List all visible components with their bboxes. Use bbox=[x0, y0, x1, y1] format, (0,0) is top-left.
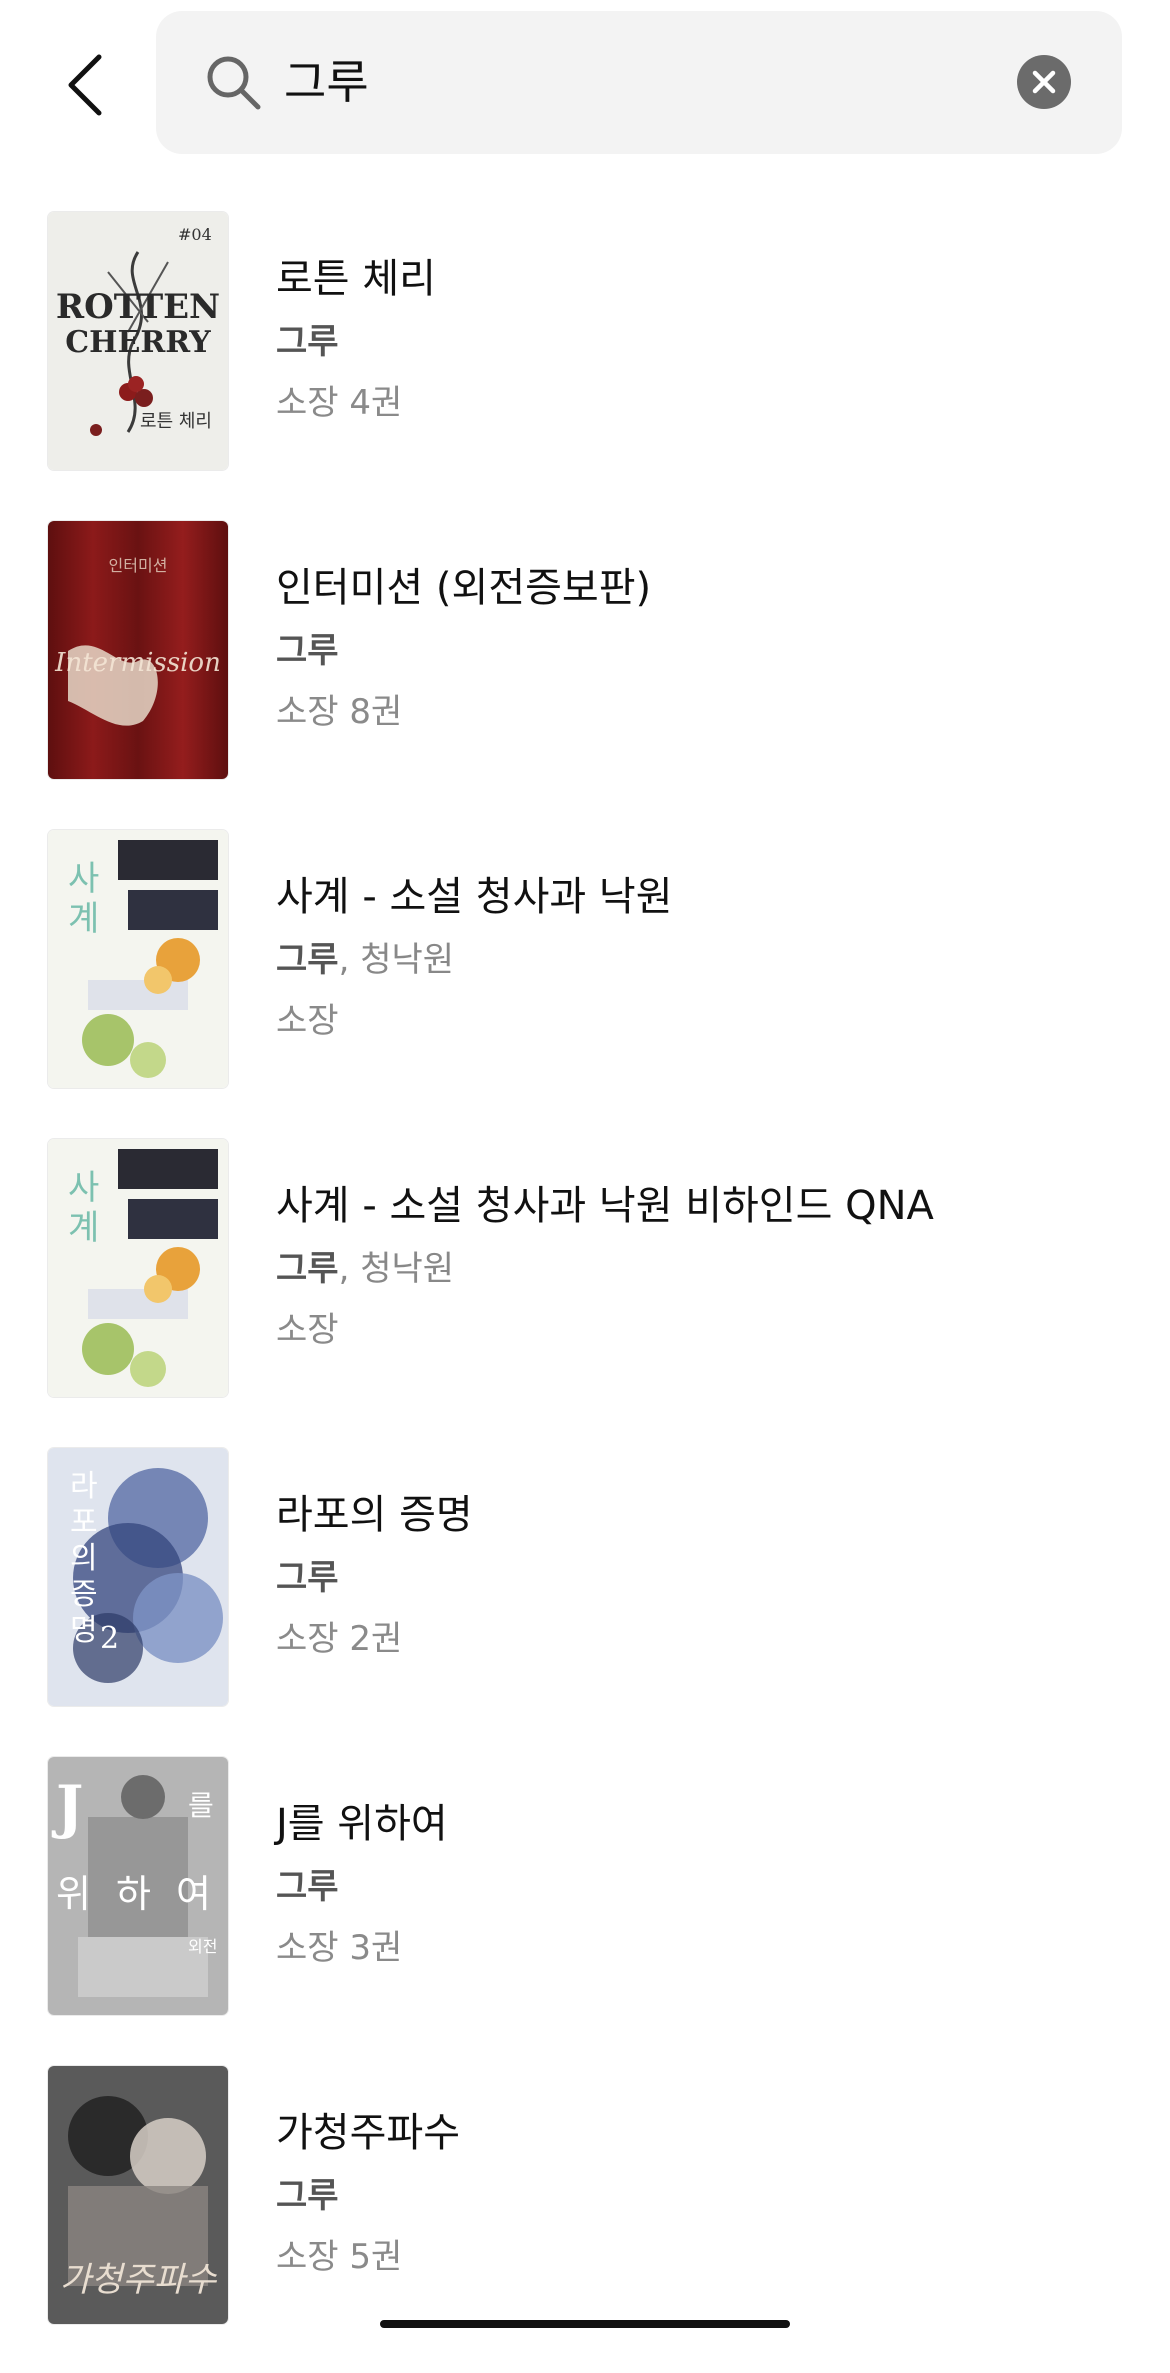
book-cover[interactable]: 가청주파수 bbox=[48, 2066, 228, 2324]
svg-text:여: 여 bbox=[176, 1872, 211, 1916]
result-item[interactable]: ROTTEN CHERRY #04 로튼 체리 로튼 체리 그루 소장 4권 bbox=[0, 210, 1170, 519]
search-results-list: ROTTEN CHERRY #04 로튼 체리 로튼 체리 그루 소장 4권 인… bbox=[0, 210, 1170, 2373]
book-title: 가청주파수 bbox=[276, 2110, 460, 2156]
owned-count: 소장 bbox=[276, 1001, 339, 1041]
cover-title-text: J bbox=[51, 1773, 83, 1841]
clear-search-icon[interactable] bbox=[1016, 54, 1072, 110]
svg-text:의: 의 bbox=[70, 1541, 98, 1576]
cover-title-text: 사 bbox=[68, 1168, 99, 1208]
book-cover-image: 사 계 bbox=[48, 830, 228, 1088]
book-title: 사계 - 소설 청사과 낙원 비하인드 QNA bbox=[276, 1183, 934, 1229]
book-title: 사계 - 소설 청사과 낙원 bbox=[276, 874, 673, 920]
search-icon bbox=[207, 56, 261, 110]
book-author: 그루, 청낙원 bbox=[276, 932, 454, 981]
svg-text:CHERRY: CHERRY bbox=[65, 325, 211, 360]
book-title: 로튼 체리 bbox=[276, 256, 436, 302]
book-cover[interactable]: 라 포 의 증 명 2 bbox=[48, 1448, 228, 1706]
book-author: 그루 bbox=[276, 1550, 339, 1599]
result-item[interactable]: 사 계 사계 - 소설 청사과 낙원 그루, 청낙원 소장 bbox=[0, 828, 1170, 1137]
cover-title-text: ROTTEN bbox=[56, 287, 220, 327]
svg-text:를: 를 bbox=[188, 1789, 214, 1822]
book-cover[interactable]: ROTTEN CHERRY #04 로튼 체리 bbox=[48, 212, 228, 470]
svg-text:위: 위 bbox=[56, 1872, 91, 1916]
cover-title-text: 라 bbox=[70, 1469, 98, 1504]
owned-count: 소장 2권 bbox=[276, 1619, 403, 1659]
book-cover-image: J 를 위 하 여 외전 bbox=[48, 1757, 228, 2015]
book-title: 라포의 증명 bbox=[276, 1492, 473, 1538]
result-item[interactable]: 인터미션 Intermission 인터미션 (외전증보판) 그루 소장 8권 bbox=[0, 519, 1170, 828]
book-cover[interactable]: J 를 위 하 여 외전 bbox=[48, 1757, 228, 2015]
chevron-left-icon bbox=[68, 54, 102, 116]
book-cover[interactable]: 인터미션 Intermission bbox=[48, 521, 228, 779]
co-author-name: 청낙원 bbox=[360, 1249, 455, 1289]
cover-title-text: 사 bbox=[68, 859, 99, 899]
book-title: 인터미션 (외전증보판) bbox=[276, 565, 652, 611]
book-cover[interactable]: 사 계 bbox=[48, 830, 228, 1088]
svg-text:하: 하 bbox=[116, 1872, 151, 1916]
author-name: 그루 bbox=[276, 940, 339, 980]
svg-text:증: 증 bbox=[70, 1577, 98, 1612]
back-button[interactable] bbox=[50, 40, 120, 130]
cover-title-text: 가청주파수 bbox=[60, 2260, 218, 2300]
book-cover-image: 라 포 의 증 명 2 bbox=[48, 1448, 228, 1706]
search-box[interactable]: 그루 bbox=[156, 11, 1122, 154]
book-author: 그루 bbox=[276, 2168, 339, 2217]
result-item[interactable]: 사 계 사계 - 소설 청사과 낙원 비하인드 QNA 그루, 청낙원 소장 bbox=[0, 1137, 1170, 1446]
book-author: 그루 bbox=[276, 1859, 339, 1908]
svg-text:포: 포 bbox=[70, 1505, 98, 1540]
svg-text:외전: 외전 bbox=[188, 1937, 217, 1956]
co-author-separator: , bbox=[338, 940, 361, 980]
owned-count: 소장 5권 bbox=[276, 2237, 403, 2277]
home-indicator bbox=[380, 2320, 790, 2328]
book-author: 그루 bbox=[276, 314, 339, 363]
svg-text:2: 2 bbox=[100, 1621, 119, 1656]
svg-text:로튼 체리: 로튼 체리 bbox=[140, 411, 212, 432]
co-author-name: 청낙원 bbox=[360, 940, 455, 980]
svg-text:Intermission: Intermission bbox=[54, 648, 221, 678]
author-name: 그루 bbox=[276, 1249, 339, 1289]
book-author: 그루 bbox=[276, 623, 339, 672]
book-author: 그루, 청낙원 bbox=[276, 1241, 454, 1290]
book-cover-image: 가청주파수 bbox=[48, 2066, 228, 2324]
book-cover-image: 인터미션 Intermission bbox=[48, 521, 228, 779]
owned-count: 소장 4권 bbox=[276, 383, 403, 423]
owned-count: 소장 bbox=[276, 1310, 339, 1350]
svg-text:명: 명 bbox=[70, 1613, 98, 1648]
owned-count: 소장 3권 bbox=[276, 1928, 403, 1968]
search-input[interactable]: 그루 bbox=[284, 44, 369, 120]
result-item[interactable]: J 를 위 하 여 외전 J를 위하여 그루 소장 3권 bbox=[0, 1755, 1170, 2064]
book-cover[interactable]: 사 계 bbox=[48, 1139, 228, 1397]
top-bar: 그루 bbox=[0, 0, 1170, 190]
owned-count: 소장 8권 bbox=[276, 692, 403, 732]
result-item[interactable]: 라 포 의 증 명 2 라포의 증명 그루 소장 2권 bbox=[0, 1446, 1170, 1755]
author-name: 그루 bbox=[276, 1867, 339, 1907]
svg-text:계: 계 bbox=[68, 899, 99, 939]
co-author-separator: , bbox=[338, 1249, 361, 1289]
book-cover-image: 사 계 bbox=[48, 1139, 228, 1397]
author-name: 그루 bbox=[276, 322, 339, 362]
author-name: 그루 bbox=[276, 631, 339, 671]
svg-text:계: 계 bbox=[68, 1208, 99, 1248]
svg-text:#04: #04 bbox=[178, 225, 212, 244]
svg-text:인터미션: 인터미션 bbox=[109, 556, 168, 575]
author-name: 그루 bbox=[276, 2176, 339, 2216]
book-cover-image: ROTTEN CHERRY #04 로튼 체리 bbox=[48, 212, 228, 470]
author-name: 그루 bbox=[276, 1558, 339, 1598]
book-title: J를 위하여 bbox=[276, 1801, 448, 1847]
